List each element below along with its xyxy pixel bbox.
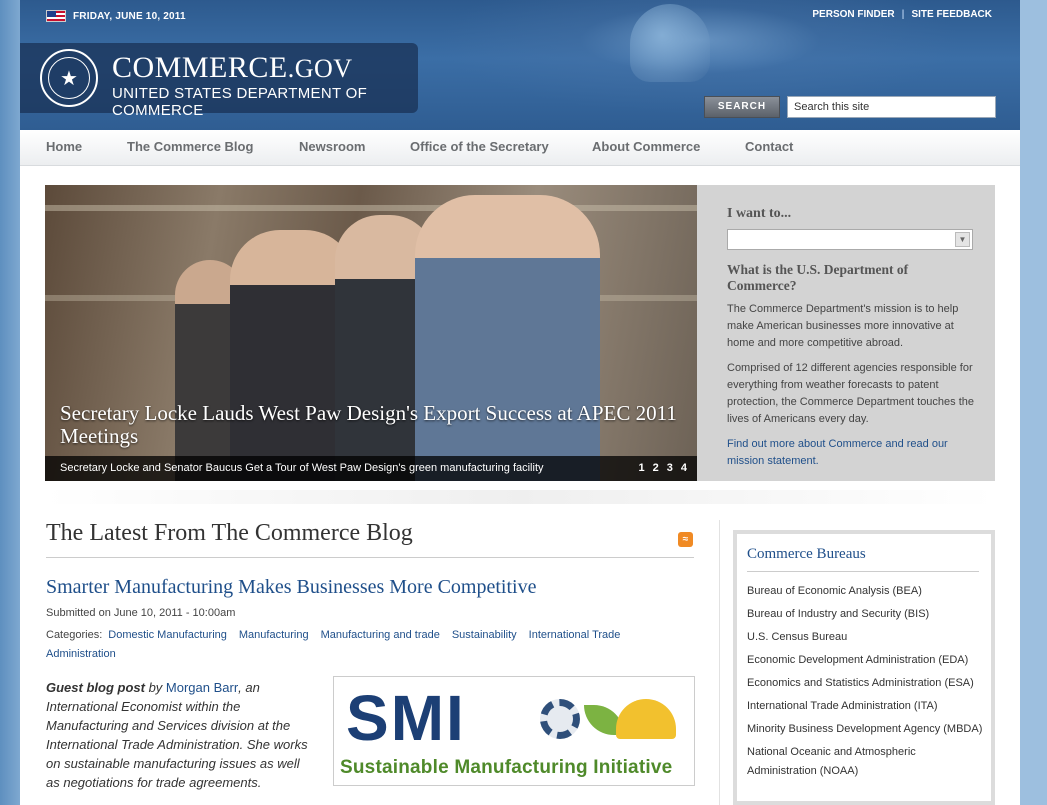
commerce-bureaus-panel: Commerce Bureaus Bureau of Economic Anal… (733, 530, 995, 805)
guest-post-label: Guest blog post (46, 680, 145, 695)
bureau-link[interactable]: International Trade Administration (ITA) (747, 697, 987, 716)
top-links: PERSON FINDER | SITE FEEDBACK (812, 9, 992, 20)
categories-label: Categories: (46, 629, 103, 641)
link-separator: | (901, 9, 905, 20)
site-title: COMMERCE.GOV (112, 53, 353, 84)
post-title[interactable]: Smarter Manufacturing Makes Businesses M… (46, 576, 536, 599)
hero-page-3[interactable]: 3 (667, 462, 673, 474)
us-flag-icon (46, 10, 66, 22)
person-finder-link[interactable]: PERSON FINDER (812, 9, 894, 20)
post-categories: Categories: Domestic Manufacturing Manufac… (46, 626, 686, 664)
hero-page-1[interactable]: 1 (639, 462, 645, 474)
hero-headline[interactable]: Secretary Locke Lauds West Paw Design's … (60, 402, 690, 448)
hero-slideshow[interactable]: Secretary Locke Lauds West Paw Design's … (45, 185, 697, 481)
nav-commerce-blog[interactable]: The Commerce Blog (127, 139, 253, 154)
post-submitted-date: Submitted on June 10, 2011 - 10:00am (46, 607, 236, 619)
nav-office-of-secretary[interactable]: Office of the Secretary (410, 139, 549, 154)
site-title-suffix: .GOV (287, 54, 353, 83)
author-link[interactable]: Morgan Barr (166, 680, 238, 695)
bureaus-heading: Commerce Bureaus (747, 546, 866, 562)
bureau-link[interactable]: Bureau of Economic Analysis (BEA) (747, 582, 987, 601)
statue-image (630, 4, 710, 82)
hero-photo-shelf (45, 205, 697, 211)
post-excerpt: Guest blog post by Morgan Barr, an Inter… (46, 678, 316, 792)
seal-eagle-icon: ★ (48, 57, 90, 99)
chevron-down-icon[interactable]: ▼ (955, 232, 970, 247)
section-shadow (45, 490, 995, 504)
gear-icon (540, 699, 580, 739)
main-nav: Home The Commerce Blog Newsroom Office o… (20, 130, 1020, 166)
search-input[interactable] (787, 96, 996, 118)
what-is-commerce-heading: What is the U.S. Department of Commerce? (727, 262, 909, 293)
site-feedback-link[interactable]: SITE FEEDBACK (911, 9, 992, 20)
category-link[interactable]: Manufacturing (239, 629, 309, 641)
nav-about-commerce[interactable]: About Commerce (592, 139, 700, 154)
category-link[interactable]: Manufacturing and trade (321, 629, 440, 641)
hero-page-2[interactable]: 2 (653, 462, 659, 474)
divider (46, 557, 694, 558)
hero-caption: Secretary Locke and Senator Baucus Get a… (60, 462, 544, 474)
nav-newsroom[interactable]: Newsroom (299, 139, 365, 154)
site-header: FRIDAY, JUNE 10, 2011 PERSON FINDER | SITE… (20, 0, 1020, 130)
bureau-link[interactable]: Minority Business Development Agency (MB… (747, 720, 987, 739)
blog-section-heading: The Latest From The Commerce Blog (46, 520, 413, 546)
hardhat-icon (616, 699, 676, 739)
bureau-link[interactable]: Economics and Statistics Administration … (747, 674, 987, 693)
smi-letters: SMI (346, 682, 466, 754)
search-button[interactable]: SEARCH (704, 96, 780, 118)
divider (747, 571, 979, 572)
bureau-link[interactable]: National Oceanic and Atmospheric Adminis… (747, 743, 987, 781)
i-want-to-select[interactable]: ▼ (727, 229, 973, 250)
mission-statement-link[interactable]: Find out more about Commerce and read ou… (727, 436, 979, 470)
post-excerpt-text: , an International Economist within the … (46, 680, 308, 790)
hero-page-4[interactable]: 4 (681, 462, 687, 474)
page: FRIDAY, JUNE 10, 2011 PERSON FINDER | SITE… (20, 0, 1020, 805)
nav-home[interactable]: Home (46, 139, 82, 154)
column-divider (719, 520, 720, 805)
hero-caption-bar: Secretary Locke and Senator Baucus Get a… (45, 456, 697, 481)
bureau-link[interactable]: Economic Development Administration (EDA… (747, 651, 987, 670)
department-seal-icon: ★ (40, 49, 98, 107)
current-date: FRIDAY, JUNE 10, 2011 (73, 11, 186, 22)
category-link[interactable]: Domestic Manufacturing (108, 629, 227, 641)
bureau-link[interactable]: Bureau of Industry and Security (BIS) (747, 605, 987, 624)
site-subtitle: UNITED STATES DEPARTMENT OF COMMERCE (112, 85, 368, 119)
smi-tagline: Sustainable Manufacturing Initiative (340, 757, 673, 778)
post-by-text: by (144, 680, 166, 695)
i-want-to-panel: I want to... ▼ What is the U.S. Departme… (697, 185, 995, 481)
mission-paragraph: The Commerce Department's mission is to … (727, 303, 959, 349)
bureau-list: Bureau of Economic Analysis (BEA) Bureau… (747, 582, 987, 785)
rss-icon[interactable]: ≈ (678, 532, 693, 547)
hero-pager: 1234 (631, 462, 688, 474)
i-want-to-heading: I want to... (727, 206, 792, 221)
smi-logo-image: SMI Sustainable Manufacturing Initiative (333, 676, 695, 786)
category-link[interactable]: Sustainability (452, 629, 517, 641)
nav-contact[interactable]: Contact (745, 139, 793, 154)
site-logo[interactable]: ★ COMMERCE.GOV UNITED STATES DEPARTMENT … (20, 43, 418, 119)
site-title-main: COMMERCE (112, 51, 288, 84)
bureau-link[interactable]: U.S. Census Bureau (747, 628, 987, 647)
agencies-paragraph: Comprised of 12 different agencies respo… (727, 362, 975, 425)
